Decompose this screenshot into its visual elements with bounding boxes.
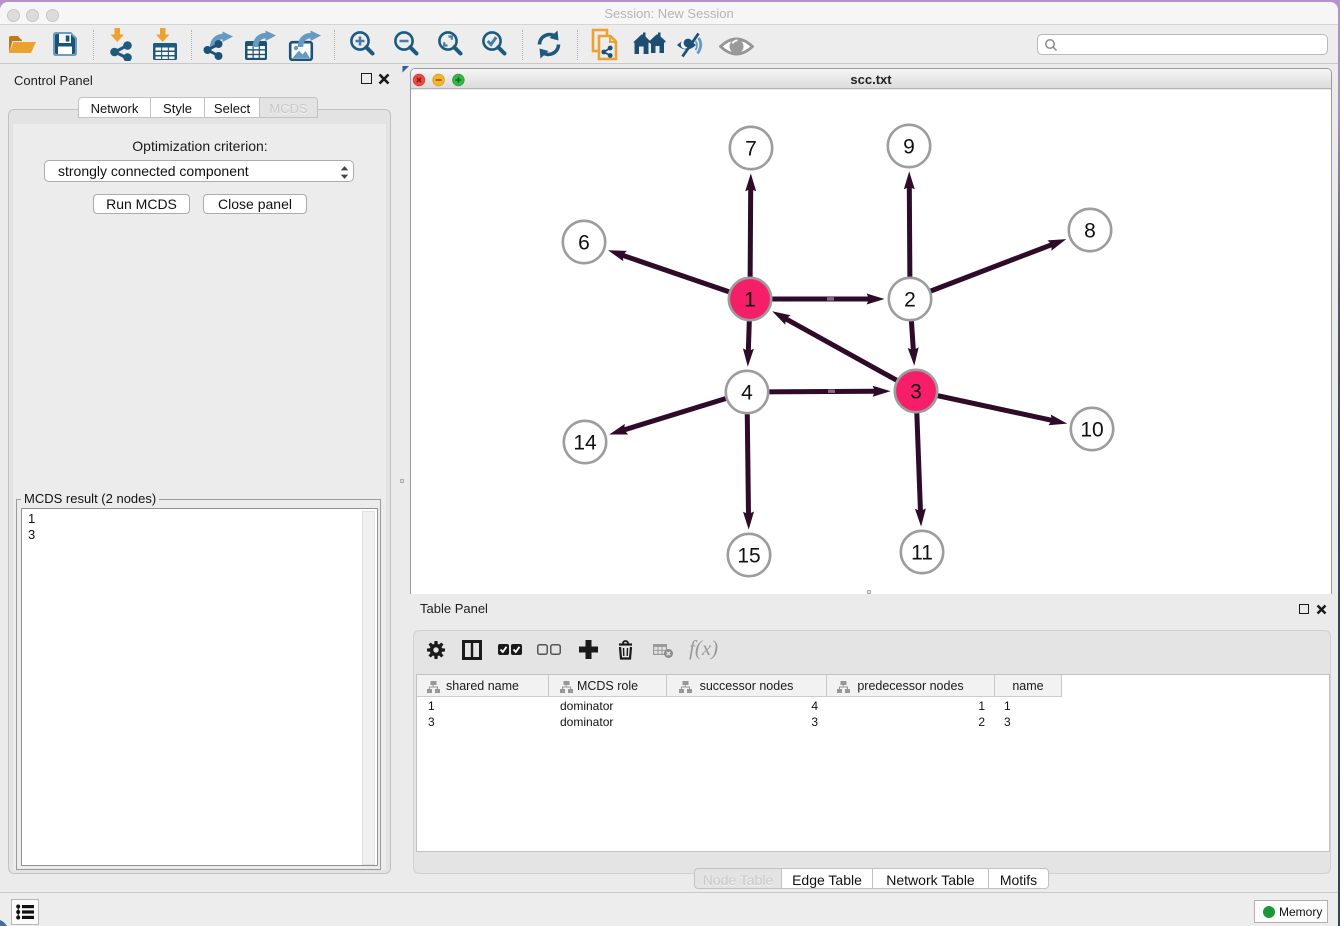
svg-text:14: 14	[573, 432, 597, 455]
svg-text:10: 10	[1080, 419, 1103, 442]
svg-text:4: 4	[741, 382, 753, 405]
svg-text:7: 7	[745, 138, 757, 161]
svg-text:9: 9	[903, 136, 915, 159]
svg-text:2: 2	[904, 289, 916, 312]
svg-text:6: 6	[578, 232, 590, 255]
svg-text:1: 1	[744, 289, 756, 312]
svg-text:11: 11	[911, 542, 933, 565]
svg-text:15: 15	[737, 545, 760, 568]
svg-text:3: 3	[910, 381, 922, 404]
svg-text:8: 8	[1084, 220, 1096, 243]
